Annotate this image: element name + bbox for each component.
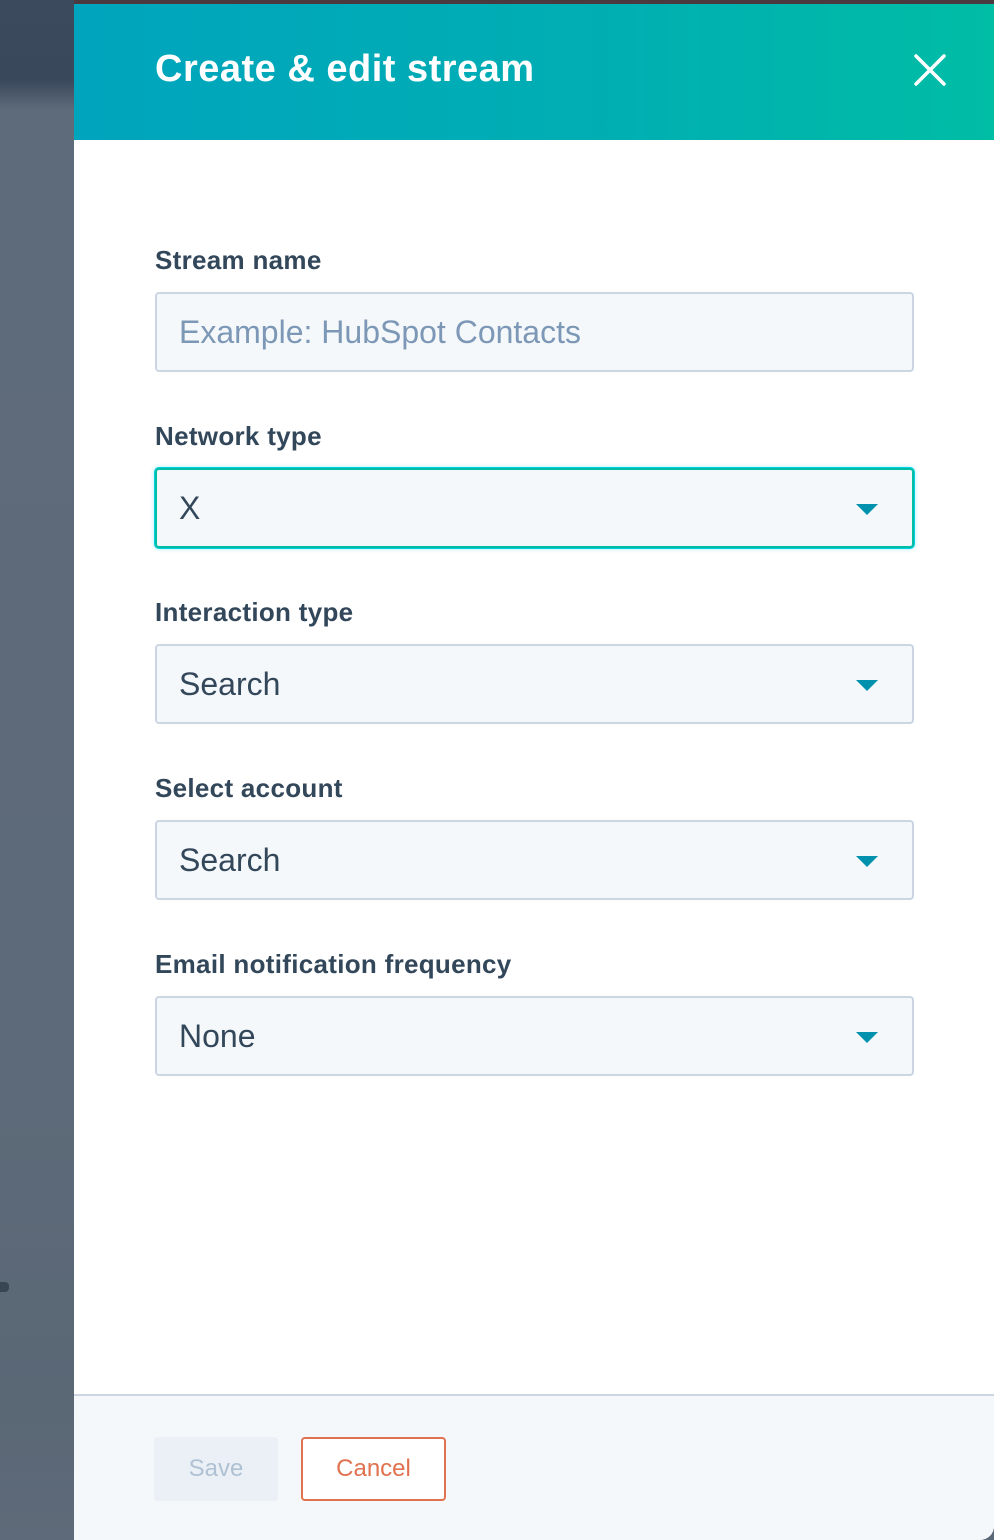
panel-footer: Save Cancel bbox=[74, 1394, 994, 1540]
close-icon bbox=[914, 54, 946, 86]
select-account-select[interactable]: Search bbox=[155, 820, 914, 900]
network-type-label: Network type bbox=[155, 421, 322, 451]
interaction-type-select[interactable]: Search bbox=[155, 644, 914, 724]
interaction-type-field-group: Interaction type Search bbox=[155, 592, 915, 724]
create-edit-stream-panel: Create & edit stream Stream name Network… bbox=[74, 4, 994, 1540]
email-frequency-select[interactable]: None bbox=[155, 996, 914, 1076]
email-frequency-value: None bbox=[179, 1017, 256, 1054]
email-frequency-label: Email notification frequency bbox=[155, 949, 512, 979]
stream-name-field-group: Stream name bbox=[155, 240, 915, 372]
save-button[interactable]: Save bbox=[154, 1437, 278, 1501]
network-type-value: X bbox=[179, 489, 201, 526]
caret-down-icon bbox=[856, 504, 878, 515]
select-account-value: Search bbox=[179, 841, 281, 878]
interaction-type-value: Search bbox=[179, 665, 281, 702]
background-content-fragment bbox=[0, 1282, 9, 1292]
email-frequency-field-group: Email notification frequency None bbox=[155, 944, 915, 1076]
caret-down-icon bbox=[856, 1032, 878, 1043]
stream-name-field[interactable] bbox=[155, 292, 914, 372]
network-type-field-group: Network type X bbox=[155, 416, 915, 548]
close-button[interactable] bbox=[906, 46, 954, 94]
select-account-field-group: Select account Search bbox=[155, 768, 915, 900]
stream-name-input[interactable] bbox=[179, 313, 912, 351]
page-overlay-backdrop[interactable] bbox=[0, 0, 74, 1540]
select-account-label: Select account bbox=[155, 773, 343, 803]
network-type-select[interactable]: X bbox=[155, 468, 914, 548]
panel-body: Stream name Network type X Interaction t… bbox=[74, 140, 994, 1394]
panel-header: Create & edit stream bbox=[74, 4, 994, 140]
interaction-type-label: Interaction type bbox=[155, 597, 354, 627]
caret-down-icon bbox=[856, 856, 878, 867]
stream-name-label: Stream name bbox=[155, 245, 322, 275]
caret-down-icon bbox=[856, 680, 878, 691]
panel-title: Create & edit stream bbox=[155, 48, 535, 90]
cancel-button[interactable]: Cancel bbox=[301, 1437, 446, 1501]
